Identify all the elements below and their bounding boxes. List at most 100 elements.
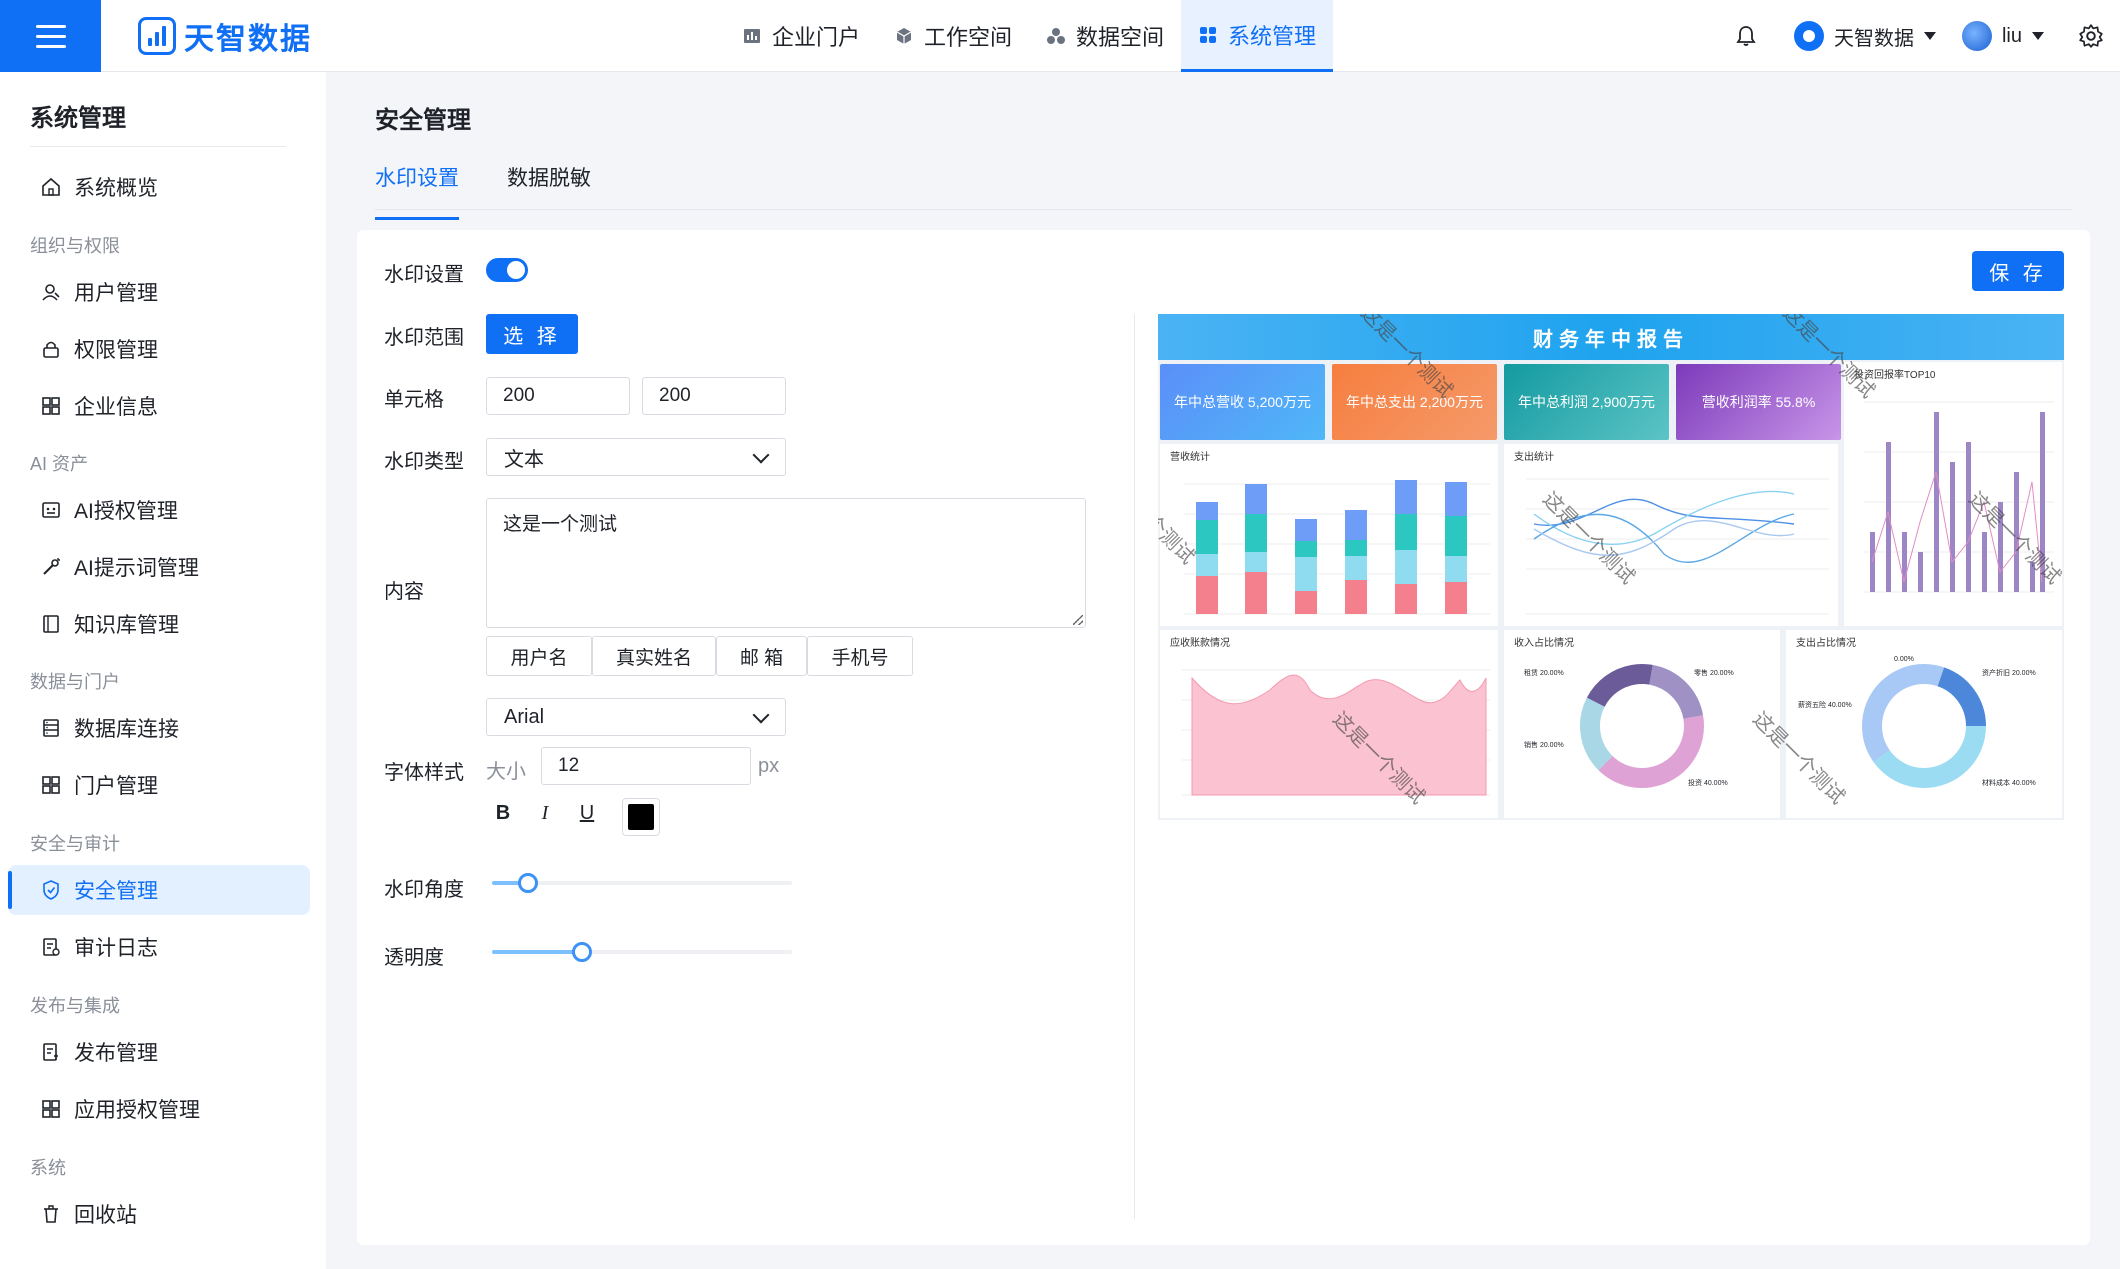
cubes-icon	[1047, 28, 1066, 44]
sidebar-item-audit[interactable]: 审计日志	[8, 922, 310, 972]
page-title: 安全管理	[375, 107, 471, 134]
scope-select-button[interactable]: 选 择	[486, 314, 578, 354]
tab-data-masking[interactable]: 数据脱敏	[507, 162, 591, 192]
font-size-unit: px	[758, 755, 780, 777]
kpi-card: 营收利润率 55.8%	[1676, 364, 1841, 440]
app-logo[interactable]: 天智数据	[138, 14, 312, 58]
watermark-label: 水印设置	[384, 264, 464, 286]
book-icon	[43, 615, 59, 633]
sidebar-group-label: 数据与门户	[30, 672, 120, 692]
sidebar-title: 系统管理	[30, 105, 126, 132]
chevron-down-icon	[752, 706, 770, 724]
sidebar-item-label: 发布管理	[74, 1042, 158, 1065]
expense-line-chart	[1526, 478, 1829, 615]
insert-realname-button[interactable]: 真实姓名	[592, 636, 716, 676]
chevron-down-icon	[752, 446, 770, 464]
home-icon	[42, 177, 60, 196]
sidebar-item-label: 审计日志	[74, 937, 158, 960]
cell-height-input[interactable]: 200	[642, 377, 786, 415]
org-avatar	[1793, 21, 1824, 51]
database-icon	[43, 719, 59, 737]
sidebar-item-users[interactable]: 用户管理	[8, 267, 310, 317]
save-button[interactable]: 保 存	[1972, 251, 2064, 291]
grid-icon	[42, 1100, 60, 1118]
org-switcher[interactable]: 天智数据	[1793, 21, 1936, 51]
nav-item-label: 企业门户	[772, 25, 861, 50]
sidebar-item-security[interactable]: 安全管理	[8, 865, 310, 915]
hamburger-menu-icon[interactable]	[0, 0, 101, 72]
sidebar-item-app-auth[interactable]: 应用授权管理	[8, 1084, 310, 1134]
grid-icon	[42, 397, 60, 415]
kpi-card: 年中总营收 5,200万元	[1160, 364, 1325, 440]
sidebar-item-label: 企业信息	[74, 396, 158, 419]
gear-icon[interactable]	[2078, 23, 2104, 49]
grid-icon	[1200, 26, 1217, 43]
font-family-select[interactable]: Arial	[486, 698, 786, 736]
bell-icon[interactable]	[1734, 24, 1758, 48]
sidebar-item-label: AI提示词管理	[74, 557, 199, 580]
angle-slider-handle[interactable]	[518, 873, 538, 893]
underline-button[interactable]: U	[573, 802, 601, 825]
sidebar-item-knowledge[interactable]: 知识库管理	[8, 599, 310, 649]
watermark-toggle[interactable]	[486, 258, 528, 282]
org-name: 天智数据	[1833, 27, 1914, 50]
sidebar-item-label: AI授权管理	[74, 500, 178, 523]
opacity-slider[interactable]	[492, 942, 792, 962]
sidebar-group-label: 发布与集成	[30, 996, 120, 1016]
sidebar-item-label: 门户管理	[74, 775, 158, 798]
user-menu[interactable]: liu	[1961, 21, 2044, 51]
sidebar-item-ai-auth[interactable]: AI授权管理	[8, 485, 310, 535]
sidebar-item-permissions[interactable]: 权限管理	[8, 324, 310, 374]
log-icon	[43, 938, 60, 956]
receivable-area-chart	[1182, 669, 1490, 796]
opacity-slider-handle[interactable]	[572, 942, 592, 962]
sidebar-item-label: 系统概览	[74, 177, 158, 200]
font-size-input[interactable]: 12	[541, 747, 751, 785]
type-select-value: 文本	[504, 448, 544, 471]
sidebar-item-label: 回收站	[74, 1204, 137, 1227]
nav-item-workspace[interactable]: 工作空间	[877, 0, 1029, 72]
sidebar-item-portal[interactable]: 门户管理	[8, 760, 310, 810]
italic-button[interactable]: I	[531, 802, 559, 825]
sidebar-item-db-connection[interactable]: 数据库连接	[8, 703, 310, 753]
sidebar-item-recycle-bin[interactable]: 回收站	[8, 1189, 310, 1239]
expense-share-card: 支出占比情况 0.00% 资产折旧 20.00% 薪资五险 40.00% 材料成…	[1786, 630, 2062, 818]
nav-item-dataspace[interactable]: 数据空间	[1029, 0, 1181, 72]
expense-donut-chart	[1862, 664, 1986, 788]
pie-label: 0.00%	[1894, 656, 1914, 663]
insert-email-button[interactable]: 邮 箱	[716, 636, 807, 676]
font-size-label: 大小	[486, 761, 526, 783]
sidebar-item-label: 数据库连接	[74, 718, 179, 741]
nav-item-portal[interactable]: 企业门户	[725, 0, 877, 72]
bar-chart-icon	[744, 29, 760, 43]
font-color-fill	[628, 804, 654, 830]
type-select[interactable]: 文本	[486, 438, 786, 476]
watermark-preview: 财务年中报告 年中总营收 5,200万元 年中总支出 2,200万元 年中总利润…	[1158, 314, 2064, 820]
sidebar-item-ai-prompts[interactable]: AI提示词管理	[8, 542, 310, 592]
sidebar-item-enterprise[interactable]: 企业信息	[8, 381, 310, 431]
sidebar: 系统管理 系统概览 组织与权限 用户管理 权限管理 企业信息 AI 资产 AI授…	[0, 72, 326, 1269]
insert-username-button[interactable]: 用户名	[486, 636, 592, 676]
sidebar-item-overview[interactable]: 系统概览	[8, 162, 310, 212]
income-share-card: 收入占比情况 租赁 20.00% 零售 20.00% 销售 20.00% 投资 …	[1504, 630, 1780, 818]
sidebar-item-label: 权限管理	[74, 339, 158, 362]
cell-label: 单元格	[384, 389, 444, 411]
revenue-chart-card: 营收统计	[1160, 444, 1498, 626]
content-textarea[interactable]: 这是一个测试	[486, 498, 1086, 628]
insert-phone-button[interactable]: 手机号	[807, 636, 913, 676]
pie-label: 材料成本 40.00%	[1982, 780, 2036, 787]
angle-slider[interactable]	[492, 873, 792, 893]
font-color-picker[interactable]	[622, 798, 660, 836]
trash-icon	[44, 1205, 58, 1223]
sidebar-item-publish[interactable]: 发布管理	[8, 1027, 310, 1077]
tab-watermark[interactable]: 水印设置	[375, 162, 459, 220]
nav-item-system[interactable]: 系统管理	[1181, 0, 1334, 72]
cell-width-input[interactable]: 200	[486, 377, 630, 415]
roi-bar-chart	[1864, 401, 2054, 593]
bar-group	[1196, 480, 1467, 614]
scope-label: 水印范围	[384, 327, 464, 349]
kpi-card: 年中总利润 2,900万元	[1504, 364, 1669, 440]
bold-button[interactable]: B	[489, 802, 517, 825]
sidebar-group-label: AI 资产	[30, 454, 89, 474]
pie-label: 租赁 20.00%	[1524, 670, 1564, 677]
